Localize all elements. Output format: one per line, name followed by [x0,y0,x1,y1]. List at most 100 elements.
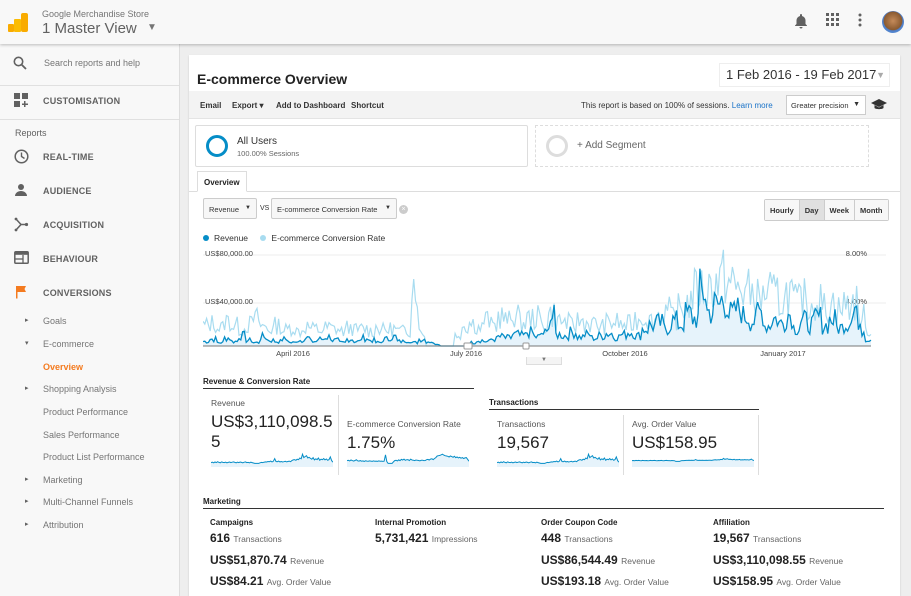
subitem-label: Shopping Analysis [43,384,117,394]
add-to-dashboard-button[interactable]: Add to Dashboard [276,101,345,110]
x-tick-october-2016: October 2016 [602,349,647,358]
sidebar-subitem-overview[interactable]: Overview [0,357,179,377]
granularity-week[interactable]: Week [824,200,855,220]
marketing-value: 5,731,421 Impressions [375,531,478,545]
sidebar-subitem-attribution[interactable]: ▸ Attribution [0,515,179,535]
search-bar [0,44,179,86]
sidebar-item-real-time[interactable]: REAL-TIME [0,142,179,172]
marketing-affiliation-title[interactable]: Affiliation [713,518,750,527]
sidebar-subitem-sales-performance[interactable]: Sales Performance [0,425,179,445]
acquisition-icon [13,217,29,233]
segment-all-users[interactable]: All Users 100.00% Sessions [195,125,528,167]
sidebar-item-label: CUSTOMISATION [43,96,121,106]
sparkline-area [211,454,333,467]
sidebar-subitem-goals[interactable]: ▸ Goals [0,311,179,331]
marketing-value: 448 Transactions [541,531,613,545]
reports-heading: Reports [15,128,47,138]
metric-card-revenue[interactable]: Revenue US$3,110,098.55 [203,395,339,475]
sidebar-item-conversions[interactable]: CONVERSIONS [0,278,179,308]
flag-icon [13,285,29,301]
sidebar-divider [179,44,180,596]
date-range-text: 1 Feb 2016 - 19 Feb 2017 [726,67,877,82]
subitem-label: Goals [43,316,67,326]
account-name[interactable]: Google Merchandise Store [42,9,149,19]
more-vert-icon[interactable] [858,13,862,32]
granularity-hourly[interactable]: Hourly [765,200,800,220]
marketing-campaigns-title[interactable]: Campaigns [210,518,253,527]
metric-card-avg-order-value[interactable]: Avg. Order Value US$158.95 [624,415,759,475]
legend-revenue[interactable]: Revenue [214,233,248,243]
subitem-label: E-commerce [43,339,95,349]
y-right-tick-top: 8.00% [846,249,868,258]
card-value: 19,567 [497,433,549,452]
annotation-marker[interactable] [463,342,473,350]
marketing-value: US$84.21 Avg. Order Value [210,574,332,588]
tab-overview[interactable]: Overview [197,171,247,192]
tab-bar: Overview [189,171,900,192]
top-bar: Google Merchandise Store 1 Master View ▼ [0,0,911,44]
sampling-text: This report is based on 100% of sessions… [581,101,730,110]
line-chart[interactable]: US$80,000.00 US$40,000.00 8.00% 4.00% Ap… [203,248,886,363]
section-transactions: Transactions [489,398,759,410]
marketing-coupon-title[interactable]: Order Coupon Code [541,518,617,527]
marketing-value: US$158.95 Avg. Order Value [713,574,841,588]
legend-conversion[interactable]: E-commerce Conversion Rate [271,233,385,243]
metric-card-conversion-rate[interactable]: E-commerce Conversion Rate 1.75% [339,395,474,475]
expand-arrow-icon[interactable]: ▸ [25,497,29,505]
learn-more-link[interactable]: Learn more [732,101,773,110]
email-button[interactable]: Email [200,101,221,110]
sidebar-item-acquisition[interactable]: ACQUISITION [0,210,179,240]
report-toolbar: Email Export ▾ Add to Dashboard Shortcut… [189,91,900,119]
sidebar-subitem-product-list-performance[interactable]: Product List Performance [0,447,179,467]
metric2-select[interactable]: E-commerce Conversion Rate ▼ [271,198,397,219]
granularity-month[interactable]: Month [855,200,888,220]
x-tick-april-2016: April 2016 [276,349,310,358]
expand-arrow-icon[interactable]: ▸ [25,384,29,392]
segment-ring-icon [206,135,228,157]
collapse-arrow-icon[interactable]: ▾ [25,339,29,347]
metric1-select[interactable]: Revenue ▼ [203,198,257,219]
annotations-toggle[interactable]: ▼ [526,357,562,365]
marketing-value: US$86,544.49 Revenue [541,553,656,567]
sidebar-item-customisation[interactable]: CUSTOMISATION [0,86,179,120]
sparkline-revenue [211,452,333,467]
sparkline-transactions [497,452,619,467]
sidebar-subitem-shopping-analysis[interactable]: ▸ Shopping Analysis [0,379,179,399]
metric-card-transactions[interactable]: Transactions 19,567 [489,415,624,475]
sidebar-item-audience[interactable]: AUDIENCE [0,176,179,206]
sampling-notice: This report is based on 100% of sessions… [581,101,773,110]
annotation-marker[interactable] [522,342,530,350]
apps-grid-icon[interactable] [826,13,840,32]
bell-icon[interactable] [794,13,808,34]
card-value: 1.75% [347,433,396,452]
shortcut-button[interactable]: Shortcut [351,101,384,110]
view-selector[interactable]: 1 Master View [42,20,137,37]
analytics-logo[interactable] [8,12,28,32]
y-left-tick-top: US$80,000.00 [205,249,253,258]
precision-value: Greater precision [791,101,849,110]
subitem-label: Attribution [43,520,84,530]
sidebar-subitem-ecommerce[interactable]: ▾ E-commerce [0,334,179,354]
sparkline-conversion-rate [347,453,469,467]
card-label: E-commerce Conversion Rate [347,419,461,429]
avatar[interactable] [882,11,904,33]
search-input[interactable] [44,58,174,68]
date-range-picker[interactable]: 1 Feb 2016 - 19 Feb 2017 ▼ [719,63,890,87]
marketing-internal-promotion-title[interactable]: Internal Promotion [375,518,446,527]
marketing-value: US$193.18 Avg. Order Value [541,574,669,588]
add-segment-button[interactable]: + Add Segment [535,125,869,167]
chevron-down-icon[interactable]: ▼ [147,22,157,33]
precision-select[interactable]: Greater precision ▼ [786,95,866,115]
expand-arrow-icon[interactable]: ▸ [25,316,29,324]
export-button[interactable]: Export ▾ [232,101,264,110]
sidebar-subitem-multi-channel-funnels[interactable]: ▸ Multi-Channel Funnels [0,492,179,512]
sidebar-item-behaviour[interactable]: BEHAVIOUR [0,244,179,274]
expand-arrow-icon[interactable]: ▸ [25,520,29,528]
sidebar-subitem-marketing[interactable]: ▸ Marketing [0,470,179,490]
granularity-day[interactable]: Day [799,200,825,220]
expand-arrow-icon[interactable]: ▸ [25,475,29,483]
clear-metric-icon[interactable]: × [399,205,408,214]
graduation-cap-icon[interactable] [871,99,887,114]
sidebar-item-label: ACQUISITION [43,220,105,230]
sidebar-subitem-product-performance[interactable]: Product Performance [0,402,179,422]
